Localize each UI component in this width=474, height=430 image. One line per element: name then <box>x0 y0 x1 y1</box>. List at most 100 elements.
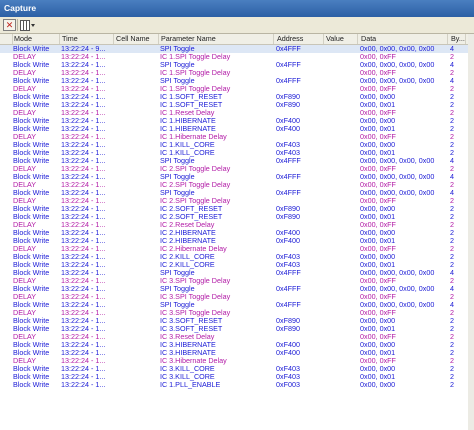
table-row[interactable]: Block Write 13:22:24 - 1... IC 2.KILL_CORE… <box>0 261 474 269</box>
table-row[interactable]: DELAY 13:22:24 - 1... IC 1.Reset Delay 0x00… <box>0 109 474 117</box>
cell-mode: Block Write <box>13 253 50 261</box>
table-row[interactable]: Block Write 13:22:24 - 1... IC 2.HIBERNATE… <box>0 229 474 237</box>
cell-address: 0xF400 <box>276 117 300 125</box>
table-row[interactable]: Block Write 13:22:24 - 1... IC 1.HIBERNATE… <box>0 117 474 125</box>
column-header-time[interactable]: Time <box>61 34 114 44</box>
cell-cell-name <box>115 325 159 333</box>
cell-address <box>276 197 324 205</box>
cell-time: 13:22:24 - 1... <box>61 205 106 213</box>
table-row[interactable]: DELAY 13:22:24 - 1... IC 3.SPI Toggle Dela… <box>0 309 474 317</box>
table-row[interactable]: DELAY 13:22:24 - 1... IC 1.SPI Toggle Dela… <box>0 53 474 61</box>
cell-value <box>325 189 358 197</box>
table-row[interactable]: Block Write 13:22:24 - 1... IC 2.SOFT_RESE… <box>0 205 474 213</box>
cell-value <box>325 333 358 341</box>
cell-address: 0xF400 <box>276 125 300 133</box>
table-row[interactable]: Block Write 13:22:24 - 1... IC 1.SOFT_RESE… <box>0 93 474 101</box>
table-row[interactable]: DELAY 13:22:24 - 1... IC 3.SPI Toggle Dela… <box>0 277 474 285</box>
table-row[interactable]: DELAY 13:22:24 - 1... IC 2.Reset Delay 0x00… <box>0 221 474 229</box>
cell-bytes: 2 <box>450 109 454 117</box>
table-row[interactable]: Block Write 13:22:24 - 1... IC 2.SOFT_RESE… <box>0 213 474 221</box>
cell-parameter-name: SPI Toggle <box>160 157 195 165</box>
cell-value <box>325 69 358 77</box>
cell-address <box>276 277 324 285</box>
column-header-value[interactable]: Value <box>325 34 358 44</box>
cell-parameter-name: IC 1.KILL_CORE <box>160 141 215 149</box>
cell-address: 0x4FFF <box>276 173 301 181</box>
table-row[interactable]: Block Write 13:22:24 - 1... IC 1.KILL_CORE… <box>0 149 474 157</box>
column-header-cell-name[interactable]: Cell Name <box>115 34 159 44</box>
column-header-mode[interactable]: Mode <box>13 34 60 44</box>
table-row[interactable]: Block Write 13:22:24 - 1... IC 1.PLL_ENABL… <box>0 381 474 389</box>
cell-address: 0x4FFF <box>276 285 301 293</box>
column-header-data[interactable]: Data <box>360 34 448 44</box>
cell-data: 0x00, 0x01 <box>360 237 396 245</box>
table-row[interactable]: Block Write 13:22:24 - 1... SPI Toggle 0x4F… <box>0 189 474 197</box>
table-row[interactable]: Block Write 13:22:24 - 1... IC 3.SOFT_RESE… <box>0 317 474 325</box>
table-row[interactable]: Block Write 13:22:24 - 1... IC 2.HIBERNATE… <box>0 237 474 245</box>
column-header-address[interactable]: Address <box>276 34 324 44</box>
cell-value <box>325 109 358 117</box>
cell-value <box>325 365 358 373</box>
cell-bytes: 2 <box>450 221 454 229</box>
table-row[interactable]: Block Write 13:22:24 - 1... SPI Toggle 0x4F… <box>0 301 474 309</box>
table-row[interactable]: DELAY 13:22:24 - 1... IC 2.SPI Toggle Dela… <box>0 181 474 189</box>
table-row[interactable]: Block Write 13:22:24 - 1... IC 3.KILL_CORE… <box>0 373 474 381</box>
cell-cell-name <box>115 333 159 341</box>
cell-time: 13:22:24 - 9... <box>61 45 106 53</box>
cell-data: 0x00, 0xFF <box>360 293 396 301</box>
cell-bytes: 2 <box>450 309 454 317</box>
cell-value <box>325 141 358 149</box>
table-row[interactable]: Block Write 13:22:24 - 1... IC 2.KILL_CORE… <box>0 253 474 261</box>
cell-mode: DELAY <box>13 181 37 189</box>
cell-parameter-name: IC 3.Reset Delay <box>160 333 215 341</box>
column-chooser-icon[interactable] <box>19 19 36 31</box>
column-header-parameter-name[interactable]: Parameter Name <box>160 34 274 44</box>
table-row[interactable]: DELAY 13:22:24 - 1... IC 2.Hibernate Delay… <box>0 245 474 253</box>
table-row[interactable]: Block Write 13:22:24 - 1... SPI Toggle 0x4F… <box>0 269 474 277</box>
cell-mode: DELAY <box>13 357 37 365</box>
vertical-scrollbar[interactable] <box>468 34 474 430</box>
cell-time: 13:22:24 - 1... <box>61 101 106 109</box>
table-row[interactable]: DELAY 13:22:24 - 1... IC 3.Hibernate Delay… <box>0 357 474 365</box>
capture-grid[interactable]: Block Write 13:22:24 - 9... SPI Toggle 0x4F… <box>0 45 474 430</box>
cell-bytes: 4 <box>450 301 454 309</box>
cell-data: 0x00, 0x00 <box>360 317 396 325</box>
cell-mode: Block Write <box>13 117 50 125</box>
table-row[interactable]: Block Write 13:22:24 - 9... SPI Toggle 0x4F… <box>0 45 474 53</box>
column-header-bytes[interactable]: By... <box>450 34 466 44</box>
table-row[interactable]: Block Write 13:22:24 - 1... SPI Toggle 0x4F… <box>0 77 474 85</box>
table-row[interactable]: Block Write 13:22:24 - 1... SPI Toggle 0x4F… <box>0 173 474 181</box>
table-row[interactable]: Block Write 13:22:24 - 1... IC 3.HIBERNATE… <box>0 349 474 357</box>
table-row[interactable]: Block Write 13:22:24 - 1... SPI Toggle 0x4F… <box>0 61 474 69</box>
table-row[interactable]: Block Write 13:22:24 - 1... SPI Toggle 0x4F… <box>0 157 474 165</box>
table-row[interactable]: Block Write 13:22:24 - 1... IC 3.SOFT_RESE… <box>0 325 474 333</box>
cell-value <box>325 261 358 269</box>
table-row[interactable]: DELAY 13:22:24 - 1... IC 1.SPI Toggle Dela… <box>0 85 474 93</box>
table-row[interactable]: Block Write 13:22:24 - 1... IC 3.KILL_CORE… <box>0 365 474 373</box>
table-row[interactable]: Block Write 13:22:24 - 1... IC 1.SOFT_RESE… <box>0 101 474 109</box>
cell-value <box>325 317 358 325</box>
cell-cell-name <box>115 301 159 309</box>
cell-value <box>325 149 358 157</box>
table-row[interactable]: DELAY 13:22:24 - 1... IC 3.SPI Toggle Dela… <box>0 293 474 301</box>
table-row[interactable]: Block Write 13:22:24 - 1... IC 1.KILL_CORE… <box>0 141 474 149</box>
toolbar-separator <box>17 19 18 31</box>
cell-address: 0xF400 <box>276 349 300 357</box>
cell-cell-name <box>115 133 159 141</box>
table-row[interactable]: DELAY 13:22:24 - 1... IC 2.SPI Toggle Dela… <box>0 165 474 173</box>
cell-mode: DELAY <box>13 69 37 77</box>
cell-cell-name <box>115 245 159 253</box>
table-row[interactable]: DELAY 13:22:24 - 1... IC 1.SPI Toggle Dela… <box>0 69 474 77</box>
cell-data: 0x00, 0x00 <box>360 341 396 349</box>
table-row[interactable]: DELAY 13:22:24 - 1... IC 3.Reset Delay 0x00… <box>0 333 474 341</box>
table-row[interactable]: Block Write 13:22:24 - 1... IC 3.HIBERNATE… <box>0 341 474 349</box>
cell-parameter-name: SPI Toggle <box>160 61 195 69</box>
table-row[interactable]: DELAY 13:22:24 - 1... IC 1.Hibernate Delay… <box>0 133 474 141</box>
cell-address <box>276 85 324 93</box>
table-row[interactable]: DELAY 13:22:24 - 1... IC 2.SPI Toggle Dela… <box>0 197 474 205</box>
cell-address <box>276 165 324 173</box>
close-x-icon[interactable]: ✕ <box>3 19 16 31</box>
cell-data: 0x00, 0x00, 0x00, 0x00 <box>360 77 435 85</box>
table-row[interactable]: Block Write 13:22:24 - 1... IC 1.HIBERNATE… <box>0 125 474 133</box>
table-row[interactable]: Block Write 13:22:24 - 1... SPI Toggle 0x4F… <box>0 285 474 293</box>
